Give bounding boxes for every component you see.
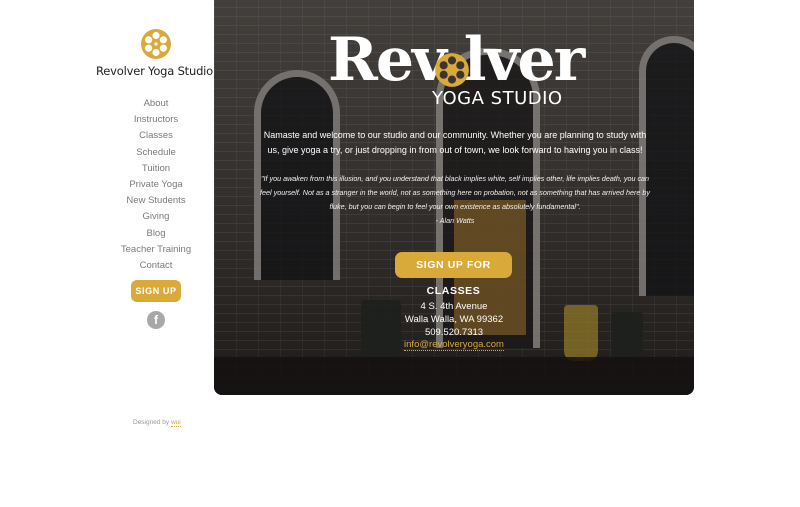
signup-button[interactable]: SIGN UP xyxy=(131,280,181,303)
credit-link[interactable]: wui xyxy=(170,419,181,427)
main-nav: About Instructors Classes Schedule Tuiti… xyxy=(100,96,212,274)
signup-for-classes-button[interactable]: SIGN UP FOR CLASSES xyxy=(395,252,512,297)
nav-item-private-yoga[interactable]: Private Yoga xyxy=(100,177,212,193)
quote-author: - Alan Watts xyxy=(435,216,475,225)
hero-panel: Rev lver YOGA STUDIO Namaste and welcome… xyxy=(214,0,694,395)
sidebar: Revolver Yoga Studio About Instructors C… xyxy=(96,28,213,330)
nav-item-teacher-training[interactable]: Teacher Training xyxy=(100,242,212,258)
site-name[interactable]: Revolver Yoga Studio xyxy=(96,64,213,78)
nav-item-giving[interactable]: Giving xyxy=(100,209,212,225)
film-reel-icon xyxy=(435,53,469,87)
address-line-1: 4 S. 4th Avenue xyxy=(420,301,488,312)
nav-item-instructors[interactable]: Instructors xyxy=(100,112,212,128)
nav-item-new-students[interactable]: New Students xyxy=(100,193,212,209)
welcome-text: Namaste and welcome to our studio and ou… xyxy=(263,130,647,155)
designer-credit: Designed by wui xyxy=(133,419,181,427)
brand-logo: Rev lver YOGA STUDIO xyxy=(328,26,588,109)
nav-item-classes[interactable]: Classes xyxy=(100,128,212,144)
nav-item-blog[interactable]: Blog xyxy=(100,226,212,242)
address-line-2: Walla Walla, WA 99362 xyxy=(404,313,504,325)
email-link[interactable]: info@revolveryoga.com xyxy=(404,339,504,352)
hero-content: Rev lver YOGA STUDIO Namaste and welcome… xyxy=(214,0,694,395)
phone-number[interactable]: 509.520.7313 xyxy=(354,327,554,340)
quote-text: "If you awaken from this illusion, and y… xyxy=(260,174,650,211)
brand-subtitle: YOGA STUDIO xyxy=(432,88,563,109)
nav-item-tuition[interactable]: Tuition xyxy=(100,161,212,177)
credit-prefix: Designed by xyxy=(133,419,170,426)
nav-item-about[interactable]: About xyxy=(100,96,212,112)
film-reel-icon[interactable] xyxy=(140,28,172,60)
nav-item-contact[interactable]: Contact xyxy=(100,258,212,274)
contact-block: 4 S. 4th Avenue Walla Walla, WA 99362 50… xyxy=(354,301,554,352)
nav-item-schedule[interactable]: Schedule xyxy=(100,145,212,161)
facebook-icon[interactable]: f xyxy=(147,311,165,330)
quote-block: "If you awaken from this illusion, and y… xyxy=(260,172,650,228)
